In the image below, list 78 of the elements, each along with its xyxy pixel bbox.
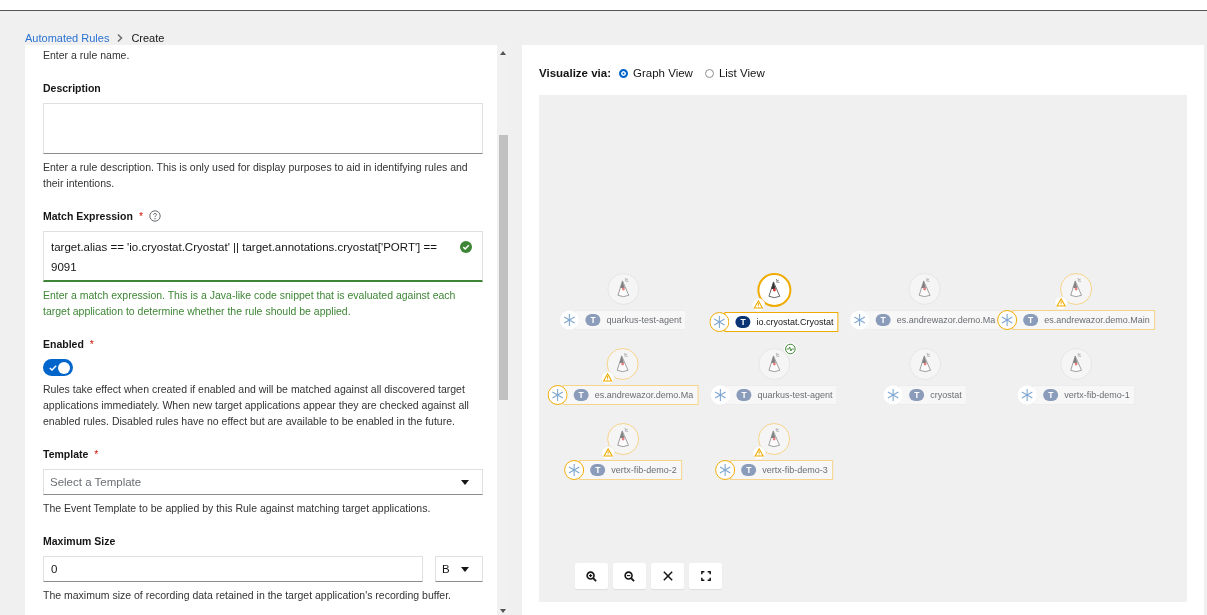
description-field[interactable] xyxy=(43,103,483,154)
node-label[interactable]: T es.andrewazor.demo.Ma xyxy=(562,385,699,405)
check-circle-icon xyxy=(460,241,472,253)
field-label: Match Expression xyxy=(43,210,133,222)
template-select[interactable]: Select a Template xyxy=(43,469,483,495)
snowflake-icon xyxy=(883,385,904,405)
node-label[interactable]: T vertx-fib-demo-2 xyxy=(579,460,682,480)
figure-icon xyxy=(765,428,783,450)
snowflake-icon xyxy=(564,460,585,480)
figure-icon xyxy=(765,279,783,301)
node-circle[interactable] xyxy=(607,348,639,380)
view-radio[interactable]: List View xyxy=(704,67,765,79)
field-label: Maximum Size xyxy=(43,535,116,547)
snowflake-icon xyxy=(715,460,736,480)
node-label[interactable]: T es.andrewazor.demo.Ma xyxy=(864,310,1001,330)
caret-icon xyxy=(461,566,469,572)
zoom-out-icon xyxy=(624,570,635,582)
node-label[interactable]: T es.andrewazor.demo.Main xyxy=(1012,310,1155,330)
scroll-up-icon[interactable] xyxy=(500,51,506,55)
fullscreen-button[interactable] xyxy=(689,563,722,589)
fit-view-button[interactable] xyxy=(651,563,684,589)
zoom-out-button[interactable] xyxy=(613,563,646,589)
node-label[interactable]: T vertx-fib-demo-3 xyxy=(730,460,833,480)
warning-icon xyxy=(601,446,615,460)
figure-icon xyxy=(916,353,934,375)
helper-text: Enter a rule name. xyxy=(43,48,131,63)
size-input[interactable]: 0 xyxy=(43,556,423,582)
zoom-in-icon xyxy=(586,570,597,582)
node-circle[interactable] xyxy=(757,273,791,307)
helper-text: Rules take effect when created if enabled and will be matched against all discovered target applications immediately. When new target applications appear they are checked against all enabled rules. Disabled rules have no effect but are available to be enabled in the future. xyxy=(43,382,470,429)
node-circle[interactable] xyxy=(607,423,639,455)
snowflake-icon xyxy=(710,385,731,405)
node-label[interactable]: T io.cryostat.Cryostat xyxy=(724,312,839,332)
figure-icon xyxy=(614,353,632,375)
figure-icon xyxy=(614,428,632,450)
figure-icon xyxy=(614,278,632,300)
snowflake-icon xyxy=(559,310,580,330)
required-mark: * xyxy=(89,338,94,350)
helper-text: The Event Template to be applied by this Rule against matching target applications. xyxy=(43,501,432,516)
scroll-down-icon[interactable] xyxy=(500,609,506,613)
required-mark: * xyxy=(138,210,143,222)
breadcrumb-current: Create xyxy=(131,32,165,44)
node-label[interactable]: T quarkus-test-agent xyxy=(574,310,687,330)
snowflake-icon xyxy=(997,310,1018,330)
helper-text: Enter a rule description. This is only used for display purposes to aid in identifying rules and their intentions. xyxy=(43,160,469,191)
node-circle[interactable] xyxy=(1060,273,1092,305)
warning-icon xyxy=(1054,296,1068,310)
chevron-icon xyxy=(117,34,124,42)
warning-icon xyxy=(601,371,615,385)
field-label: Template xyxy=(43,448,89,460)
figure-icon xyxy=(1067,278,1085,300)
node-label[interactable]: T cryostat xyxy=(898,385,967,405)
helper-text: The maximum size of recording data retained in the target application's recording buffer. xyxy=(43,588,453,603)
figure-icon xyxy=(1067,353,1085,375)
unit-select[interactable]: B xyxy=(435,556,483,582)
field-label: Description xyxy=(43,82,101,94)
helper-text: Enter a match expression. This is a Java-like code snippet that is evaluated against each target application to determine whether the rule should be applied. xyxy=(43,288,457,319)
enabled-switch[interactable] xyxy=(43,359,73,376)
help-icon[interactable] xyxy=(148,210,161,222)
field-label: Enabled xyxy=(43,338,84,350)
node-label[interactable]: T quarkus-test-agent xyxy=(725,385,838,405)
check-icon xyxy=(49,364,57,371)
view-label: Visualize via: xyxy=(539,67,612,79)
node-label[interactable]: T vertx-fib-demo-1 xyxy=(1032,385,1135,405)
warning-icon xyxy=(752,446,766,460)
figure-icon xyxy=(916,278,934,300)
snowflake-icon xyxy=(709,312,730,332)
figure-icon xyxy=(765,353,783,375)
snowflake-icon xyxy=(1017,385,1038,405)
breadcrumb-link[interactable]: Automated Rules xyxy=(25,32,110,44)
required-mark: * xyxy=(94,448,99,460)
view-radio[interactable]: Graph View xyxy=(619,67,693,79)
fullscreen-icon xyxy=(700,571,711,581)
zoom-in-button[interactable] xyxy=(575,563,608,589)
fit-view-icon xyxy=(662,571,673,581)
caret-icon xyxy=(461,479,469,485)
node-circle[interactable] xyxy=(758,423,790,455)
warning-icon xyxy=(751,298,765,312)
